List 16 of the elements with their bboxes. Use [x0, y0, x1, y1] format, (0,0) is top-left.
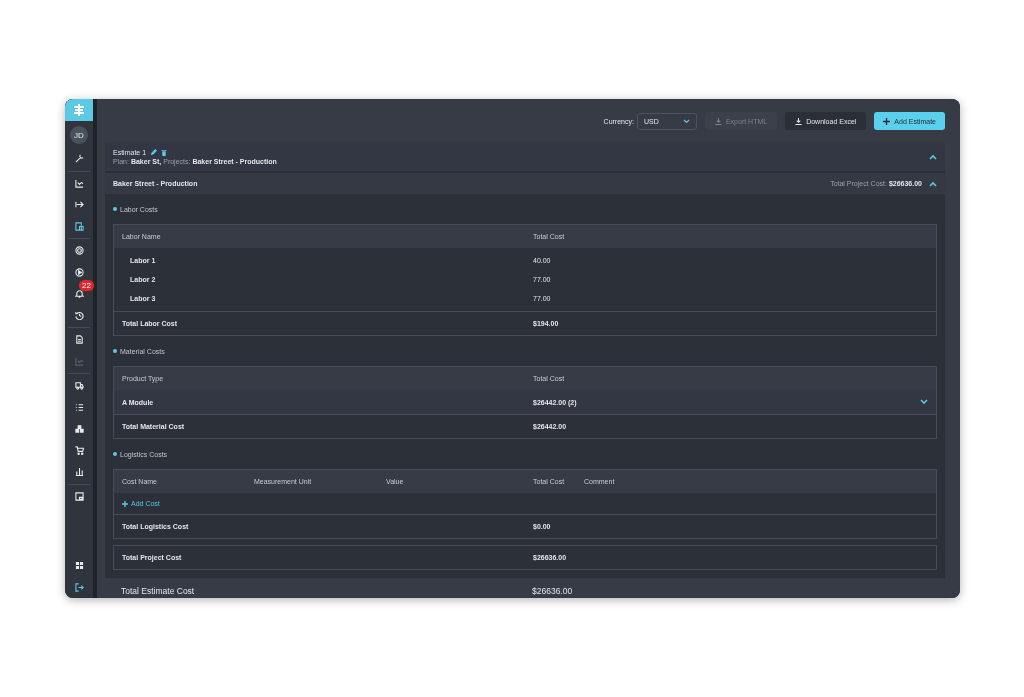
trash-icon[interactable] [161, 148, 168, 156]
logo-icon [73, 104, 85, 116]
download-icon [795, 117, 803, 125]
total-label: Total Estimate Cost [121, 586, 196, 596]
plus-icon [883, 117, 891, 125]
plus-icon [122, 500, 128, 507]
notification-badge: 22 [79, 280, 94, 291]
total-value: $26636.00 [532, 586, 573, 596]
pencil-icon[interactable] [150, 148, 158, 156]
chevron-up-icon[interactable] [929, 180, 937, 187]
chevron-up-icon[interactable] [929, 153, 937, 160]
sidebar-item[interactable]: 22 [65, 283, 93, 305]
user-avatar[interactable]: JD [70, 126, 88, 144]
download-icon [714, 117, 722, 125]
chevron-down-icon[interactable] [920, 399, 928, 405]
chevron-down-icon [682, 118, 690, 124]
